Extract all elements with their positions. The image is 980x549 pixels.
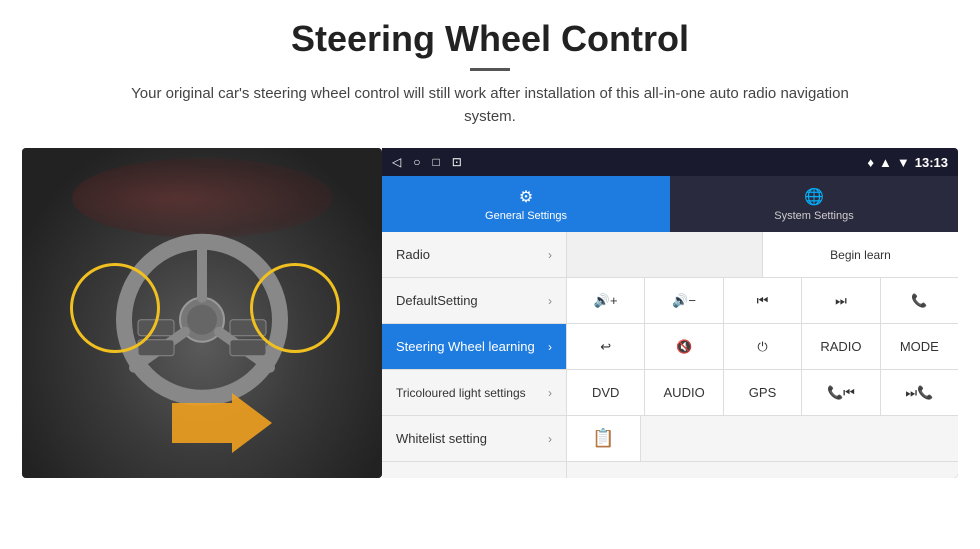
control-row-2: 🔊+ 🔊− ⏮ ⏭ 📞 xyxy=(567,278,958,324)
call-prev-button[interactable]: 📞⏮ xyxy=(802,370,880,415)
vol-down-button[interactable]: 🔊− xyxy=(645,278,723,323)
dashboard-hint xyxy=(72,158,332,238)
next-button[interactable]: ⏭ xyxy=(802,278,880,323)
radio-button[interactable]: RADIO xyxy=(802,324,880,369)
car-image-area xyxy=(22,148,382,478)
panel-body: Radio › DefaultSetting › Steering Wheel … xyxy=(382,232,958,478)
chevron-icon: › xyxy=(548,340,552,354)
page-title: Steering Wheel Control xyxy=(20,18,960,60)
gps-button[interactable]: GPS xyxy=(724,370,802,415)
status-bar: ◁ ○ □ ⊡ ♦ ▲ ▼ 13:13 xyxy=(382,148,958,176)
chevron-icon: › xyxy=(548,386,552,400)
power-icon: ⏻ xyxy=(757,339,767,355)
hangup-button[interactable]: ↩ xyxy=(567,324,645,369)
list-icon-button[interactable]: 📋 xyxy=(567,416,641,461)
call-prev-icon: 📞⏮ xyxy=(827,385,855,401)
menu-item-radio[interactable]: Radio › xyxy=(382,232,566,278)
subtitle-text: Your original car's steering wheel contr… xyxy=(110,83,870,128)
control-row-3: ↩ 🔇 ⏻ RADIO MODE xyxy=(567,324,958,370)
nav-home[interactable]: ○ xyxy=(413,155,420,169)
call-button[interactable]: 📞 xyxy=(881,278,958,323)
location-icon: ♦ xyxy=(867,155,874,170)
menu-item-whitelist[interactable]: Whitelist setting › xyxy=(382,416,566,462)
signal-icon: ▲ xyxy=(879,155,892,170)
menu-item-tricoloured[interactable]: Tricoloured light settings › xyxy=(382,370,566,416)
control-row-1: Begin learn xyxy=(567,232,958,278)
chevron-icon: › xyxy=(548,294,552,308)
control-row-4: DVD AUDIO GPS 📞⏮ ⏭📞 xyxy=(567,370,958,416)
title-divider xyxy=(470,68,510,71)
power-button[interactable]: ⏻ xyxy=(724,324,802,369)
arrow-indicator xyxy=(172,393,272,458)
mute-button[interactable]: 🔇 xyxy=(645,324,723,369)
hangup-icon: ↩ xyxy=(600,339,611,355)
mute-icon: 🔇 xyxy=(676,339,692,355)
menu-item-steering[interactable]: Steering Wheel learning › xyxy=(382,324,566,370)
nav-recent[interactable]: □ xyxy=(432,155,439,169)
prev-button[interactable]: ⏮ xyxy=(724,278,802,323)
nav-back[interactable]: ◁ xyxy=(392,155,401,169)
list-icon: 📋 xyxy=(592,428,614,449)
empty-cell xyxy=(567,232,763,277)
call-next-icon: ⏭📞 xyxy=(905,385,933,401)
header-section: Steering Wheel Control Your original car… xyxy=(0,0,980,138)
right-controls: Begin learn 🔊+ 🔊− ⏮ xyxy=(567,232,958,478)
tab-system[interactable]: 🌐 System Settings xyxy=(670,176,958,232)
audio-button[interactable]: AUDIO xyxy=(645,370,723,415)
chevron-icon: › xyxy=(548,432,552,446)
vol-up-icon: 🔊+ xyxy=(594,293,618,309)
highlight-circle-right xyxy=(250,263,340,353)
tab-system-label: System Settings xyxy=(774,210,853,222)
left-menu: Radio › DefaultSetting › Steering Wheel … xyxy=(382,232,567,478)
nav-buttons: ◁ ○ □ ⊡ xyxy=(392,155,462,169)
menu-item-default[interactable]: DefaultSetting › xyxy=(382,278,566,324)
nav-screen[interactable]: ⊡ xyxy=(452,155,462,169)
tab-general-label: General Settings xyxy=(485,210,567,222)
content-section: ◁ ○ □ ⊡ ♦ ▲ ▼ 13:13 ⚙ General Settings xyxy=(0,138,980,549)
clock: 13:13 xyxy=(915,155,948,170)
prev-icon: ⏮ xyxy=(757,293,769,309)
tab-bar: ⚙ General Settings 🌐 System Settings xyxy=(382,176,958,232)
vol-up-button[interactable]: 🔊+ xyxy=(567,278,645,323)
wifi-icon: ▼ xyxy=(897,155,910,170)
call-icon: 📞 xyxy=(911,293,927,309)
begin-learn-button[interactable]: Begin learn xyxy=(763,232,958,277)
control-row-5: 📋 xyxy=(567,416,958,462)
call-next-button[interactable]: ⏭📞 xyxy=(881,370,958,415)
next-icon: ⏭ xyxy=(835,293,847,309)
system-settings-icon: 🌐 xyxy=(804,187,824,207)
highlight-circle-left xyxy=(70,263,160,353)
ui-panel: ◁ ○ □ ⊡ ♦ ▲ ▼ 13:13 ⚙ General Settings xyxy=(382,148,958,478)
chevron-icon: › xyxy=(548,248,552,262)
vol-down-icon: 🔊− xyxy=(672,293,696,309)
mode-button[interactable]: MODE xyxy=(881,324,958,369)
status-indicators: ♦ ▲ ▼ 13:13 xyxy=(867,155,948,170)
tab-general[interactable]: ⚙ General Settings xyxy=(382,176,670,232)
general-settings-icon: ⚙ xyxy=(519,187,533,207)
dvd-button[interactable]: DVD xyxy=(567,370,645,415)
